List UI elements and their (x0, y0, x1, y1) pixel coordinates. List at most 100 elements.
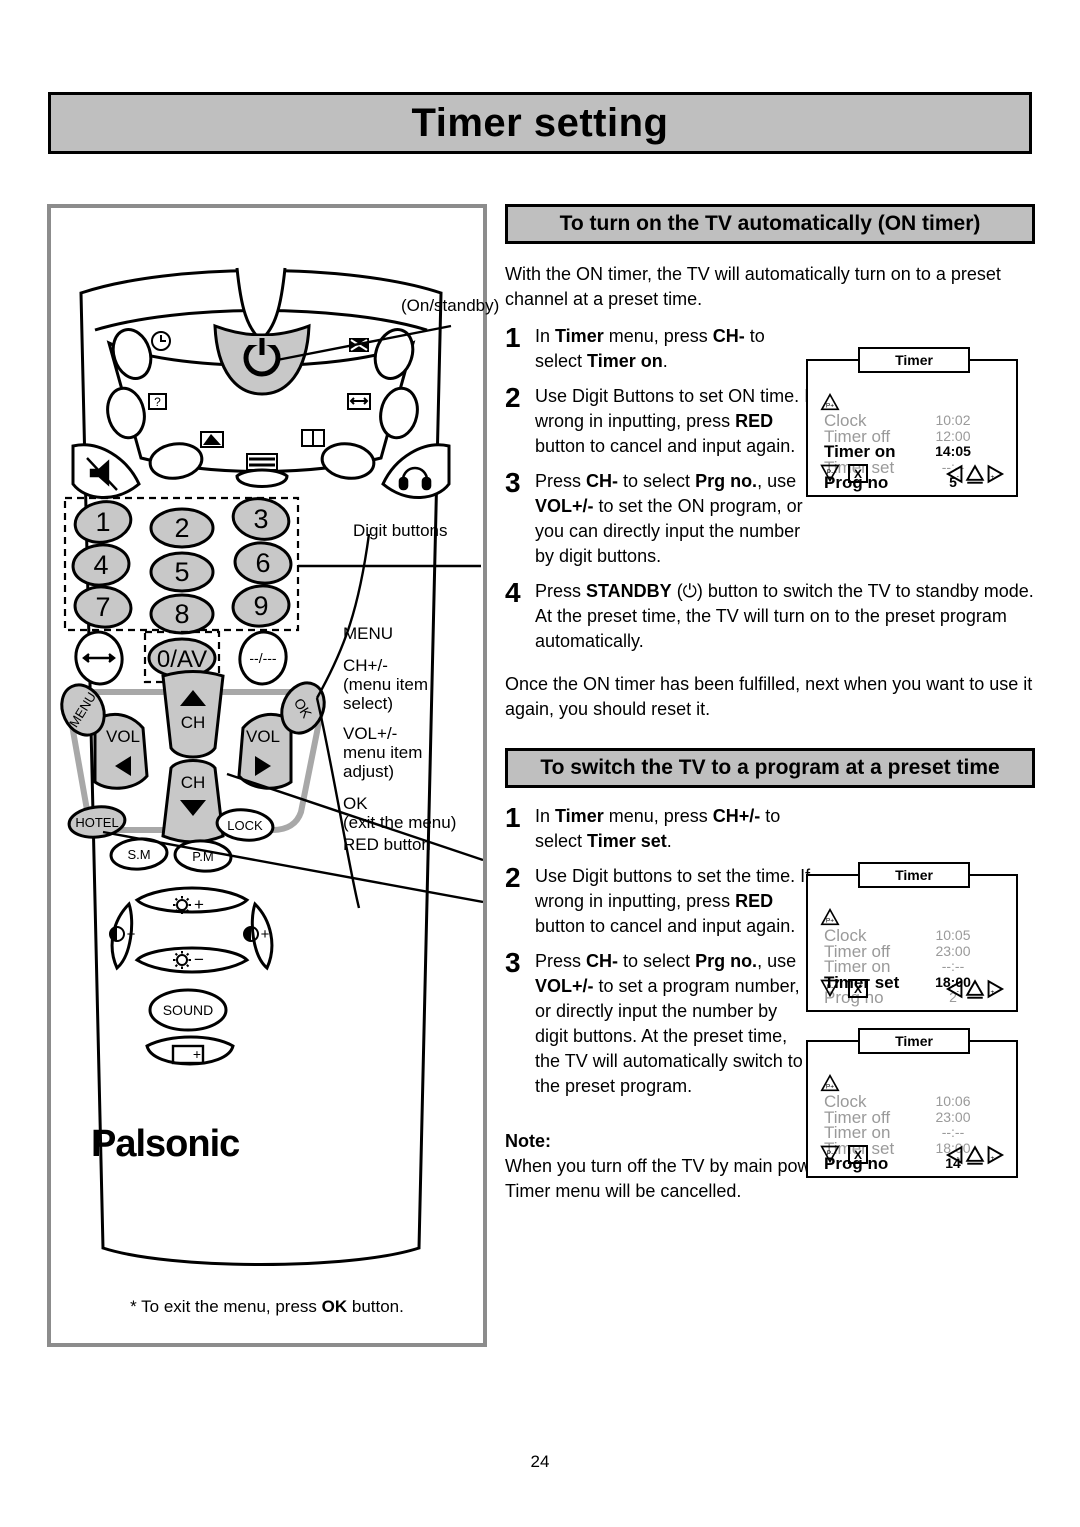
svg-text:+: + (991, 989, 995, 996)
page-up-icon: P+ (820, 908, 840, 926)
svg-text:-: - (957, 988, 959, 995)
svg-text:P-: P- (827, 469, 834, 476)
step-number: 3 (505, 467, 521, 498)
svg-text:P+: P+ (826, 918, 834, 925)
page-title: Timer setting (411, 100, 669, 145)
osd-row-value: 23:00 (935, 942, 971, 959)
step-text: Press CH- to select Prg no., use VOL+/- … (535, 951, 803, 1096)
callout-digit-buttons: Digit buttons (353, 521, 448, 540)
svg-text:+: + (194, 895, 204, 914)
svg-text:3: 3 (253, 504, 268, 534)
section1-outro: Once the ON timer has been fulfilled, ne… (505, 674, 1033, 719)
osd-footer: P- X - + (820, 463, 1006, 487)
osd-exit-icon: X (848, 979, 868, 998)
svg-text:CH: CH (181, 773, 206, 792)
osd-exit-icon: X (848, 1145, 868, 1164)
step-text: Press CH- to select Prg no., use VOL+/- … (535, 471, 803, 566)
osd-row-value: 10:05 (935, 927, 971, 943)
callout-ch-main: CH+/- (343, 656, 388, 675)
osd-row-value: 10:06 (935, 1093, 971, 1109)
callout-vol-sub: menu item (343, 743, 423, 762)
section1-intro: With the ON timer, the TV will automatic… (505, 264, 1001, 309)
footnote-pre: * To exit the menu, press (130, 1297, 322, 1316)
step-number: 2 (505, 862, 521, 893)
osd-title: Timer (858, 862, 970, 888)
svg-text:+: + (193, 1046, 201, 1062)
step-text: In Timer menu, press CH- to select Timer… (535, 326, 765, 371)
osd-frame: P+ Clock 10:05 Timer off 23:00 Timer on … (806, 874, 1018, 1012)
svg-text:+: + (991, 474, 995, 481)
osd-footer: P- X - + (820, 978, 1006, 1002)
step-text: In Timer menu, press CH+/- to select Tim… (535, 806, 781, 851)
osd-title: Timer (858, 347, 970, 373)
svg-text:?: ? (154, 395, 161, 409)
nav-arrows-icon: - + (945, 1145, 1005, 1165)
osd-row-value: 12:00 (935, 427, 971, 444)
footnote-post: button. (347, 1297, 404, 1316)
svg-text:-: - (957, 473, 959, 480)
svg-text:−: − (194, 950, 204, 969)
step-text: Use Digit buttons to set the time. If wr… (535, 866, 811, 936)
svg-text:-: - (957, 1154, 959, 1161)
remote-diagram-panel: .ol{fill:#fff;stroke:#000;stroke-width:3… (47, 204, 499, 1347)
page-number: 24 (530, 1452, 550, 1471)
svg-text:S.M: S.M (127, 847, 150, 862)
callout-ch-sub2: select) (343, 694, 394, 713)
osd-footer: P- X - + (820, 1144, 1006, 1168)
svg-text:4: 4 (93, 550, 108, 580)
svg-text:P-: P- (827, 984, 834, 991)
callout-red: RED button (343, 835, 431, 854)
svg-text:9: 9 (253, 591, 268, 621)
osd-timer-set: P+ Clock 10:05 Timer off 23:00 Timer on … (806, 862, 1018, 1012)
svg-text:+: + (261, 926, 270, 943)
svg-text:VOL: VOL (246, 727, 280, 746)
osd-row-value: 23:00 (935, 1108, 971, 1125)
callout-vol: VOL+/- menu item adjust) (343, 724, 422, 781)
callout-ok: OK (exit the menu) (343, 794, 456, 832)
callout-ch: CH+/- (menu item select) (343, 656, 428, 713)
svg-text:−: − (127, 926, 136, 943)
callout-vol-sub2: adjust) (343, 762, 395, 781)
svg-text:--/---: --/--- (249, 650, 277, 666)
section2-heading: To switch the TV to a program at a prese… (505, 748, 1035, 788)
page-up-icon: P+ (820, 393, 840, 411)
page-down-icon: P- (820, 979, 840, 998)
osd-exit-icon: X (848, 464, 868, 483)
step-number: 1 (505, 802, 521, 833)
svg-text:5: 5 (174, 557, 189, 587)
svg-text:6: 6 (255, 548, 270, 578)
exit-menu-footnote: * To exit the menu, press OK button. (51, 1297, 483, 1317)
page-up-icon: P+ (820, 1074, 840, 1092)
svg-text:8: 8 (174, 599, 189, 629)
callout-menu: MENU (343, 624, 394, 643)
osd-row-value: --:-- (941, 1124, 965, 1140)
svg-text:1: 1 (95, 507, 110, 537)
step-item: 1 In Timer menu, press CH+/- to select Ti… (505, 804, 1035, 854)
page-down-icon: P- (820, 464, 840, 483)
osd-timer-on: P+ Clock 10:02 Timer off 12:00 Timer on … (806, 347, 1018, 497)
svg-text:P-: P- (827, 1150, 834, 1157)
osd-prog-no: P+ Clock 10:06 Timer off 23:00 Timer on … (806, 1028, 1018, 1178)
svg-text:2: 2 (174, 513, 189, 543)
osd-row-value: 14:05 (935, 443, 971, 459)
nav-arrows-icon: - + (945, 979, 1005, 999)
osd-row-value: 10:02 (935, 412, 971, 428)
page-title-banner: Timer setting (48, 92, 1032, 154)
svg-text:+: + (991, 1155, 995, 1162)
svg-text:SOUND: SOUND (163, 1002, 214, 1018)
svg-text:VOL: VOL (106, 727, 140, 746)
section1-heading: To turn on the TV automatically (ON time… (505, 204, 1035, 244)
step-number: 2 (505, 382, 521, 413)
step-number: 3 (505, 947, 521, 978)
step-number: 4 (505, 577, 521, 608)
step-text: Press STANDBY (⏻) button to switch the T… (535, 581, 1034, 651)
svg-text:Palsonic: Palsonic (91, 1123, 240, 1165)
step-item: 4 Press STANDBY (⏻) button to switch the … (505, 579, 1035, 654)
svg-text:7: 7 (95, 592, 110, 622)
step-number: 1 (505, 322, 521, 353)
callout-ch-sub: (menu item (343, 675, 429, 694)
svg-text:CH: CH (181, 713, 206, 732)
osd-title: Timer (858, 1028, 970, 1054)
page-down-icon: P- (820, 1145, 840, 1164)
callout-vol-main: VOL+/- (343, 724, 398, 743)
